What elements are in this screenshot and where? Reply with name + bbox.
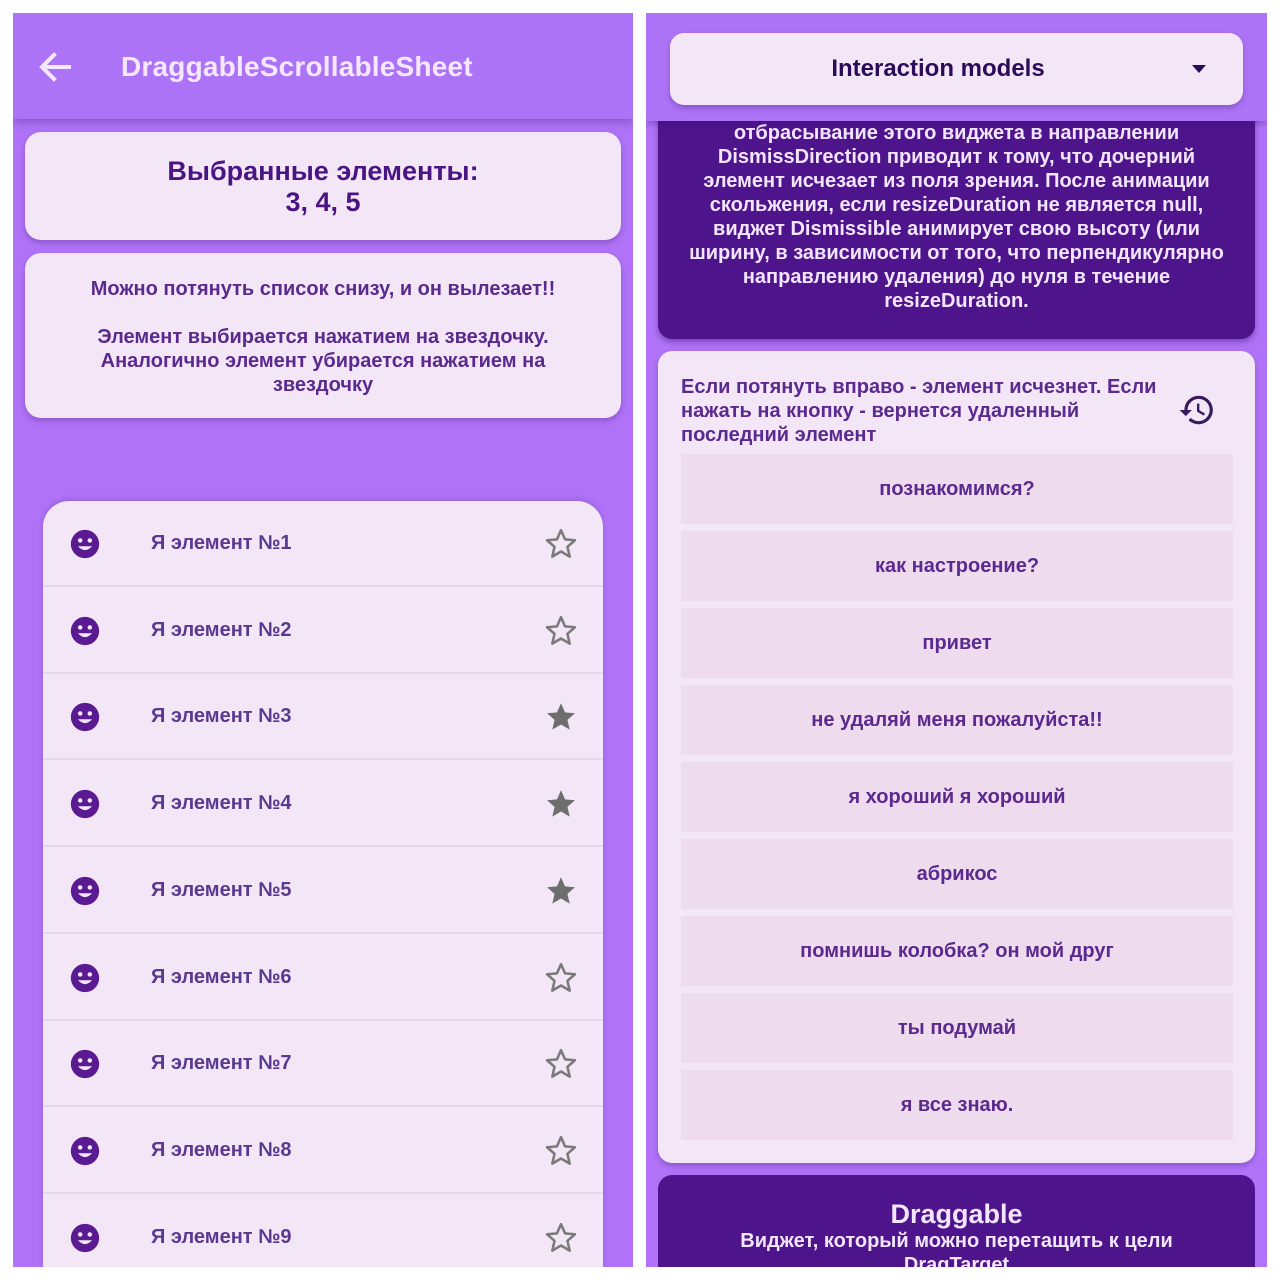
list-item-label: Я элемент №2: [151, 618, 292, 641]
star-filled-icon[interactable]: [543, 786, 579, 822]
dismissible-item-label: привет: [922, 632, 992, 654]
smiley-face-icon: [68, 527, 102, 561]
smiley-face-icon: [68, 1134, 102, 1168]
list-item[interactable]: Я элемент №5: [43, 848, 603, 934]
dismissible-item-label: я хороший я хороший: [848, 786, 1066, 808]
dismissible-item-label: познакомимся?: [879, 478, 1035, 500]
list-item[interactable]: Я элемент №3: [43, 674, 603, 761]
info-text-2: Элемент выбирается нажатием на звездочку…: [97, 326, 549, 396]
dismissible-item-label: я все знаю.: [900, 1094, 1014, 1116]
draggable-title: Draggable: [890, 1199, 1023, 1229]
list-item-label: Я элемент №5: [151, 878, 292, 901]
dismissible-item[interactable]: как настроение?: [681, 531, 1233, 601]
draggable-card: Draggable Виджет, который можно перетащи…: [658, 1175, 1255, 1267]
selected-heading: Выбранные элементы:: [167, 156, 479, 186]
smiley-face-icon: [68, 700, 102, 734]
dismissible-item[interactable]: ты подумай: [681, 993, 1233, 1063]
smiley-face-icon: [68, 787, 102, 821]
left-screen: DraggableScrollableSheet Выбранные элеме…: [13, 13, 633, 1267]
smiley-face-icon: [68, 1221, 102, 1255]
dismissible-instructions: Если потянуть вправо - элемент исчезнет.…: [681, 376, 1157, 446]
star-filled-icon[interactable]: [543, 873, 579, 909]
dismissible-description: отбрасывание этого виджета в направлении…: [689, 122, 1224, 312]
dismissible-item[interactable]: я хороший я хороший: [681, 762, 1233, 832]
list-item-label: Я элемент №8: [151, 1138, 292, 1161]
dismissible-item[interactable]: я все знаю.: [681, 1070, 1233, 1140]
list-item[interactable]: Я элемент №9: [43, 1195, 603, 1267]
list-item[interactable]: Я элемент №4: [43, 761, 603, 848]
dismissible-list-card: Если потянуть вправо - элемент исчезнет.…: [658, 351, 1255, 1163]
dismissible-item[interactable]: помнишь колобка? он мой друг: [681, 916, 1233, 986]
smiley-face-icon: [68, 874, 102, 908]
selected-items-card: Выбранные элементы: 3, 4, 5: [25, 132, 621, 240]
draggable-sheet[interactable]: Я элемент №1 Я элемент №2 Я элемент №3 Я эл…: [43, 501, 603, 1267]
dismissible-item-label: не удаляй меня пожалуйста!!: [811, 709, 1103, 731]
dismissible-item[interactable]: познакомимся?: [681, 454, 1233, 524]
smiley-face-icon: [68, 1047, 102, 1081]
list-item-label: Я элемент №1: [151, 532, 292, 554]
list-item-label: Я элемент №4: [151, 792, 292, 815]
star-outline-icon[interactable]: [543, 1133, 579, 1169]
arrow-back-icon: [39, 52, 71, 82]
app-bar: DraggableScrollableSheet: [13, 13, 633, 119]
list-item[interactable]: Я элемент №1: [43, 501, 603, 587]
star-outline-icon[interactable]: [543, 1220, 579, 1256]
restore-button[interactable]: [1178, 391, 1216, 429]
restore-history-icon: [1179, 395, 1213, 425]
draggable-subtitle-2: DragTarget: [903, 1254, 1010, 1267]
dismissible-item-label: ты подумай: [897, 1017, 1017, 1039]
list-item[interactable]: Я элемент №6: [43, 935, 603, 1021]
dismissible-item[interactable]: привет: [681, 608, 1233, 678]
list-item-label: Я элемент №7: [151, 1052, 292, 1075]
draggable-subtitle: Виджет, который можно перетащить к цели: [740, 1230, 1173, 1252]
list-item-label: Я элемент №3: [151, 705, 292, 728]
dismissible-item-label: помнишь колобка? он мой друг: [800, 940, 1114, 962]
smiley-face-icon: [68, 614, 102, 648]
list-item[interactable]: Я элемент №7: [43, 1021, 603, 1108]
list-item[interactable]: Я элемент №2: [43, 588, 603, 674]
right-screen: Interaction models отбрасывание этого ви…: [646, 13, 1267, 1267]
arrow-drop-down-icon: [1192, 65, 1206, 73]
page-title: DraggableScrollableSheet: [121, 51, 473, 82]
info-card: Можно потянуть список снизу, и он вылеза…: [25, 253, 621, 418]
dismissible-item-label: как настроение?: [874, 555, 1040, 577]
dismissible-item[interactable]: не удаляй меня пожалуйста!!: [681, 685, 1233, 755]
star-outline-icon[interactable]: [543, 960, 579, 996]
dropdown-selected-value: Interaction models: [831, 55, 1045, 82]
list-item-label: Я элемент №6: [151, 965, 292, 988]
star-outline-icon[interactable]: [543, 526, 579, 562]
list-item-label: Я элемент №9: [151, 1225, 292, 1248]
dismissible-item-label: абрикос: [916, 863, 998, 885]
star-filled-icon[interactable]: [543, 699, 579, 735]
smiley-face-icon: [68, 961, 102, 995]
star-outline-icon[interactable]: [543, 613, 579, 649]
star-outline-icon[interactable]: [543, 1046, 579, 1082]
selected-values: 3, 4, 5: [285, 187, 361, 217]
back-button[interactable]: [35, 49, 75, 85]
interaction-models-dropdown[interactable]: Interaction models: [670, 33, 1243, 105]
list-item[interactable]: Я элемент №8: [43, 1108, 603, 1194]
dismissible-item[interactable]: абрикос: [681, 839, 1233, 909]
info-text-1: Можно потянуть список снизу, и он вылеза…: [90, 278, 556, 300]
